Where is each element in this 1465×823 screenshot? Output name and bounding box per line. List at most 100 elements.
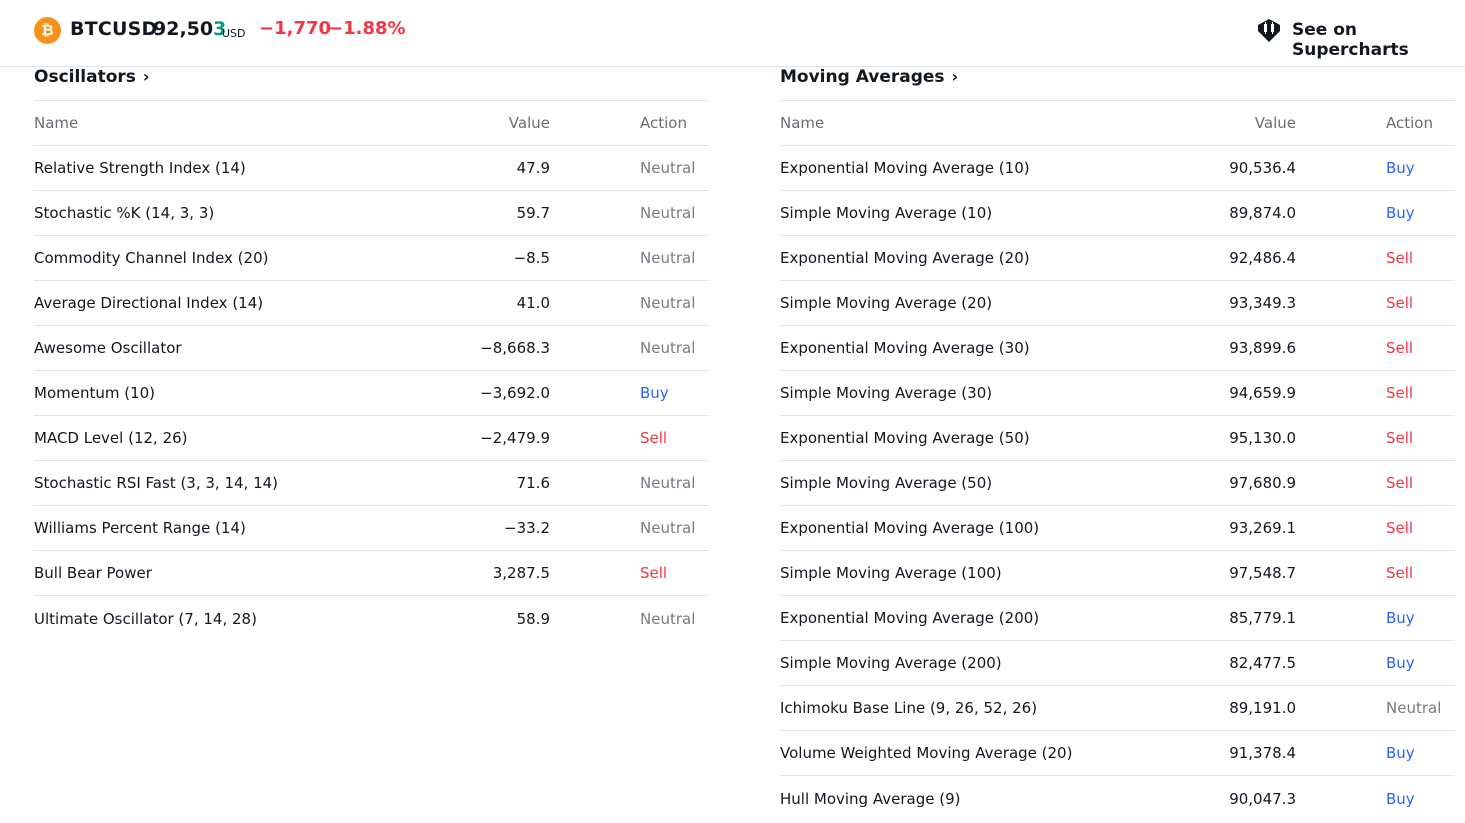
table-row: Relative Strength Index (14) 47.9 Neutral xyxy=(34,146,709,191)
indicator-action: Neutral xyxy=(640,339,696,357)
table-row: Volume Weighted Moving Average (20) 91,37… xyxy=(780,731,1455,776)
oscillators-title-text: Oscillators xyxy=(34,67,136,87)
table-row: Simple Moving Average (50) 97,680.9 Sell xyxy=(780,461,1455,506)
moving-averages-title[interactable]: Moving Averages › xyxy=(780,67,1455,101)
indicator-name: Awesome Oscillator xyxy=(34,339,182,357)
indicator-value: −33.2 xyxy=(504,519,550,537)
indicator-name: Momentum (10) xyxy=(34,384,156,402)
column-header-name: Name xyxy=(34,114,79,132)
indicator-name: Simple Moving Average (30) xyxy=(780,384,993,402)
table-row: Simple Moving Average (200) 82,477.5 Buy xyxy=(780,641,1455,686)
indicator-action: Sell xyxy=(1386,474,1414,492)
currency-label: USD xyxy=(222,27,246,40)
table-row: Simple Moving Average (20) 93,349.3 Sell xyxy=(780,281,1455,326)
table-header: Name Value Action xyxy=(34,101,709,146)
column-header-value: Value xyxy=(1254,114,1296,132)
indicator-action: Sell xyxy=(1386,519,1414,537)
oscillators-rows: Relative Strength Index (14) 47.9 Neutral S… xyxy=(34,146,709,641)
indicator-value: 90,536.4 xyxy=(1229,159,1296,177)
indicator-value: 82,477.5 xyxy=(1229,654,1296,672)
indicator-action: Sell xyxy=(1386,384,1414,402)
price-change-percent: −1.88% xyxy=(328,18,406,39)
table-row: Average Directional Index (14) 41.0 Neutra… xyxy=(34,281,709,326)
table-row: MACD Level (12, 26) −2,479.9 Sell xyxy=(34,416,709,461)
indicator-name: Average Directional Index (14) xyxy=(34,294,264,312)
indicator-action: Sell xyxy=(1386,564,1414,582)
table-row: Simple Moving Average (30) 94,659.9 Sell xyxy=(780,371,1455,416)
table-row: Stochastic %K (14, 3, 3) 59.7 Neutral xyxy=(34,191,709,236)
indicator-name: Hull Moving Average (9) xyxy=(780,789,961,808)
indicator-value: 92,486.4 xyxy=(1229,249,1296,267)
indicator-action: Sell xyxy=(640,429,668,447)
indicator-value: 41.0 xyxy=(516,294,550,312)
table-row: Stochastic RSI Fast (3, 3, 14, 14) 71.6 Ne… xyxy=(34,461,709,506)
table-row: Exponential Moving Average (10) 90,536.4 B… xyxy=(780,146,1455,191)
table-row: Bull Bear Power 3,287.5 Sell xyxy=(34,551,709,596)
table-row: Exponential Moving Average (20) 92,486.4 S… xyxy=(780,236,1455,281)
indicator-value: −8.5 xyxy=(513,249,550,267)
table-row: Commodity Channel Index (20) −8.5 Neutral xyxy=(34,236,709,281)
indicator-name: Bull Bear Power xyxy=(34,564,152,582)
column-header-action: Action xyxy=(1386,114,1433,132)
bitcoin-icon: ₿ xyxy=(34,17,61,44)
table-row: Ultimate Oscillator (7, 14, 28) 58.9 Neutr… xyxy=(34,596,709,641)
symbol-header: ₿ BTCUSD 92,503 USD −1,770 −1.88% See on… xyxy=(0,0,1465,67)
table-row: Simple Moving Average (10) 89,874.0 Buy xyxy=(780,191,1455,236)
moving-averages-panel: Moving Averages › Name Value Action Expo… xyxy=(780,67,1455,821)
table-row: Exponential Moving Average (200) 85,779.1… xyxy=(780,596,1455,641)
indicator-name: Exponential Moving Average (200) xyxy=(780,609,1040,627)
indicator-name: Simple Moving Average (20) xyxy=(780,294,993,312)
indicator-value: 85,779.1 xyxy=(1229,609,1296,627)
indicator-name: Exponential Moving Average (50) xyxy=(780,429,1030,447)
indicator-name: Exponential Moving Average (10) xyxy=(780,159,1030,177)
indicator-action: Neutral xyxy=(640,159,696,177)
last-price: 92,503 xyxy=(153,18,226,40)
oscillators-title[interactable]: Oscillators › xyxy=(34,67,709,101)
indicator-value: 89,874.0 xyxy=(1229,204,1296,222)
price-change: −1,770 xyxy=(259,18,332,39)
indicator-action: Sell xyxy=(640,564,668,582)
indicator-value: 91,378.4 xyxy=(1229,744,1296,762)
indicator-value: 47.9 xyxy=(516,159,550,177)
indicator-name: Simple Moving Average (200) xyxy=(780,654,1002,672)
supercharts-icon[interactable] xyxy=(1255,16,1283,44)
indicator-action: Buy xyxy=(1386,159,1415,177)
indicator-action: Neutral xyxy=(640,519,696,537)
moving-averages-rows: Exponential Moving Average (10) 90,536.4 B… xyxy=(780,146,1455,821)
table-row: Momentum (10) −3,692.0 Buy xyxy=(34,371,709,416)
indicator-action: Neutral xyxy=(640,204,696,222)
indicator-name: Simple Moving Average (100) xyxy=(780,564,1002,582)
indicator-name: Relative Strength Index (14) xyxy=(34,159,246,177)
column-header-value: Value xyxy=(508,114,550,132)
indicator-value: 59.7 xyxy=(516,204,550,222)
column-header-name: Name xyxy=(780,114,825,132)
table-row: Hull Moving Average (9) 90,047.3 Buy xyxy=(780,776,1455,821)
indicator-value: 97,548.7 xyxy=(1229,564,1296,582)
indicator-name: Williams Percent Range (14) xyxy=(34,519,246,537)
indicator-value: 93,349.3 xyxy=(1229,294,1296,312)
indicator-action: Buy xyxy=(640,384,669,402)
indicator-action: Buy xyxy=(1386,609,1415,627)
indicator-name: Simple Moving Average (50) xyxy=(780,474,993,492)
chevron-right-icon: › xyxy=(142,67,150,86)
indicator-action: Buy xyxy=(1386,744,1415,762)
table-row: Williams Percent Range (14) −33.2 Neutral xyxy=(34,506,709,551)
indicator-name: Simple Moving Average (10) xyxy=(780,204,993,222)
indicator-value: 97,680.9 xyxy=(1229,474,1296,492)
indicator-action: Neutral xyxy=(640,609,696,628)
indicator-value: 89,191.0 xyxy=(1229,699,1296,717)
table-row: Exponential Moving Average (100) 93,269.1… xyxy=(780,506,1455,551)
indicator-action: Neutral xyxy=(1386,699,1442,717)
indicator-action: Buy xyxy=(1386,654,1415,672)
indicator-value: 93,899.6 xyxy=(1229,339,1296,357)
see-on-supercharts-link[interactable]: See on Supercharts xyxy=(1292,20,1465,60)
indicator-value: 71.6 xyxy=(516,474,550,492)
indicator-action: Neutral xyxy=(640,294,696,312)
table-header: Name Value Action xyxy=(780,101,1455,146)
indicator-action: Buy xyxy=(1386,204,1415,222)
table-row: Simple Moving Average (100) 97,548.7 Sell xyxy=(780,551,1455,596)
indicator-name: Exponential Moving Average (100) xyxy=(780,519,1040,537)
symbol-name[interactable]: BTCUSD xyxy=(70,18,157,40)
indicator-action: Buy xyxy=(1386,789,1415,808)
indicator-action: Neutral xyxy=(640,474,696,492)
